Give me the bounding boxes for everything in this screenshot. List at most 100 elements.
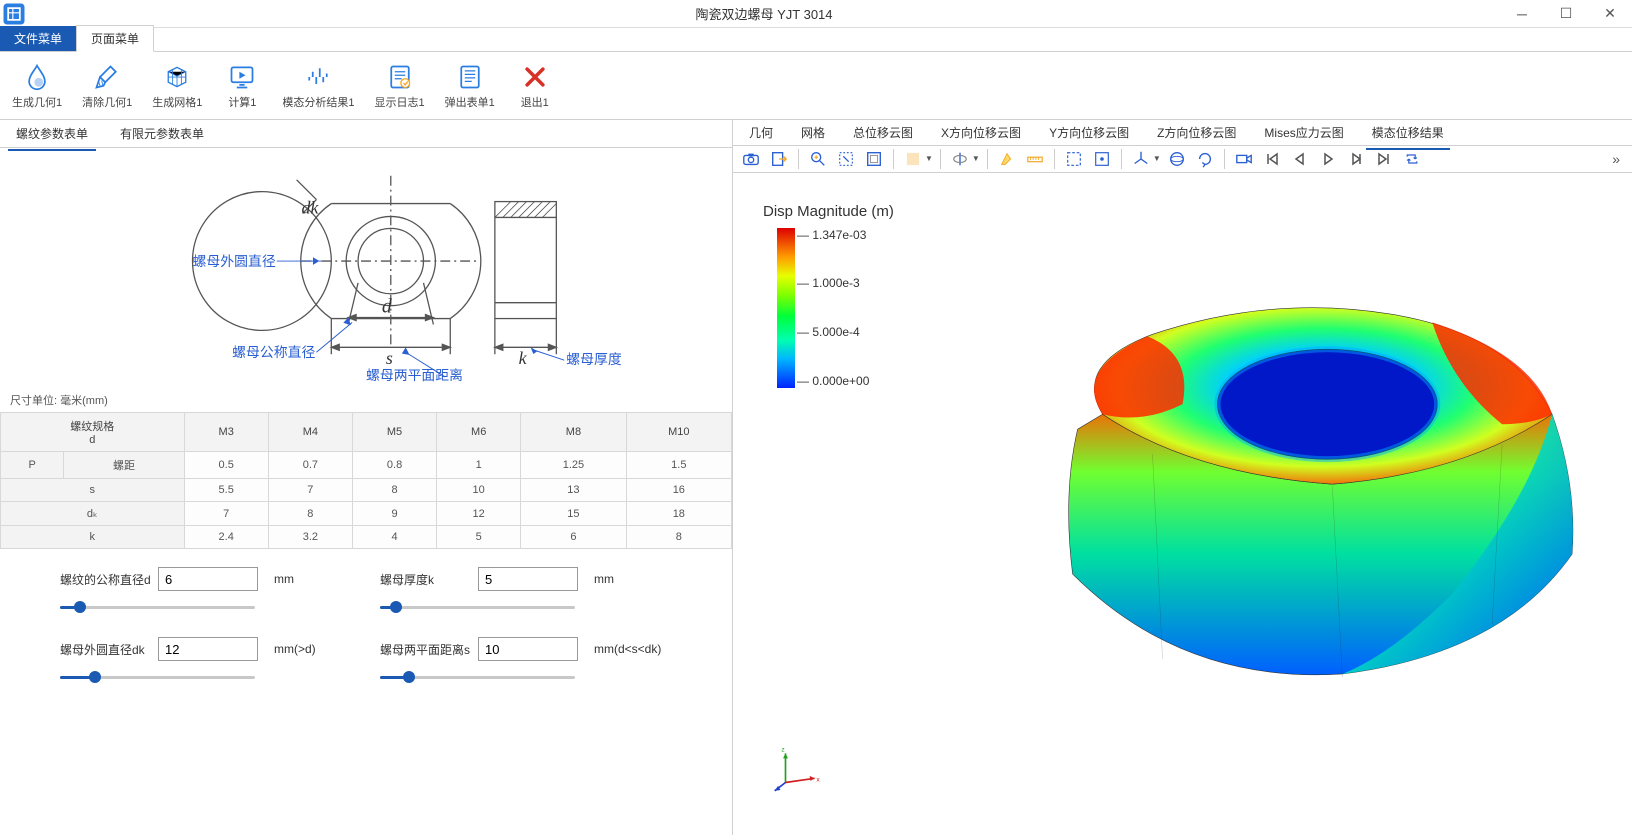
- play-icon[interactable]: [1316, 147, 1340, 171]
- svg-text:螺母公称直径: 螺母公称直径: [232, 344, 315, 360]
- tab-z-disp[interactable]: Z方向位移云图: [1151, 120, 1242, 145]
- tab-mises[interactable]: Mises应力云图: [1258, 120, 1349, 145]
- export-icon[interactable]: [767, 147, 791, 171]
- tab-thread-params[interactable]: 螺纹参数表单: [8, 121, 96, 146]
- ribbon-label: 模态分析结果1: [282, 94, 354, 110]
- ribbon-show-log[interactable]: 显示日志1: [371, 56, 429, 115]
- input-k[interactable]: [478, 567, 578, 591]
- highlight-icon[interactable]: [995, 147, 1019, 171]
- main-split: 螺纹参数表单 有限元参数表单: [0, 120, 1632, 835]
- tab-fem-params[interactable]: 有限元参数表单: [112, 121, 212, 146]
- svg-text:s: s: [386, 348, 393, 368]
- axes-icon[interactable]: [1129, 147, 1153, 171]
- ribbon-popup-form[interactable]: 弹出表单1: [441, 56, 499, 115]
- ribbon-toolbar: 生成几何1 清除几何1 生成网格1 计算1 模态分析结果1 显示日志1 弹出表单…: [0, 52, 1632, 120]
- ribbon-label: 生成几何1: [12, 94, 62, 110]
- label-dk: 螺母外圆直径dk: [60, 641, 152, 658]
- input-group-d: 螺纹的公称直径d mm: [60, 567, 352, 615]
- unit-s: mm(d<s<dk): [594, 642, 661, 656]
- form-icon: [455, 62, 485, 92]
- tab-total-disp[interactable]: 总位移云图: [847, 120, 919, 145]
- ribbon-modal-result[interactable]: 模态分析结果1: [278, 56, 358, 115]
- cube-mesh-icon: [162, 62, 192, 92]
- slider-k[interactable]: [380, 599, 575, 615]
- input-group-dk: 螺母外圆直径dk mm(>d): [60, 637, 352, 685]
- minimize-button[interactable]: ─: [1500, 0, 1544, 28]
- next-frame-icon[interactable]: [1344, 147, 1368, 171]
- ruler-icon[interactable]: [1023, 147, 1047, 171]
- video-icon[interactable]: [1232, 147, 1256, 171]
- label-dk: dk: [302, 197, 320, 217]
- svg-text:螺母外圆直径: 螺母外圆直径: [193, 253, 276, 269]
- ribbon-label: 计算1: [228, 94, 256, 110]
- svg-text:z: z: [781, 747, 784, 754]
- label-k: 螺母厚度k: [380, 571, 472, 588]
- close-x-icon: [520, 62, 550, 92]
- clip-icon[interactable]: [948, 147, 972, 171]
- camera-icon[interactable]: [739, 147, 763, 171]
- prev-frame-icon[interactable]: [1288, 147, 1312, 171]
- view-toolbar: ▼ ▼ ▼: [733, 146, 1632, 173]
- table-row: k 2.43.24568: [1, 526, 732, 549]
- window-title: 陶瓷双边螺母 YJT 3014: [28, 4, 1500, 23]
- ribbon-clear-geom[interactable]: 清除几何1: [78, 56, 136, 115]
- tab-x-disp[interactable]: X方向位移云图: [935, 120, 1027, 145]
- first-frame-icon[interactable]: [1260, 147, 1284, 171]
- fit-window-icon[interactable]: [862, 147, 886, 171]
- slider-s[interactable]: [380, 669, 575, 685]
- schematic-diagram: dk d s k 螺母外圆直径 螺母公称直径 螺母两平面距离 螺母厚度: [0, 148, 732, 388]
- loop-icon[interactable]: [1400, 147, 1424, 171]
- spec-table: 螺纹规格 d M3 M4 M5 M6 M8 M10 P 螺距 0.50.70.8…: [0, 412, 732, 549]
- maximize-button[interactable]: ☐: [1544, 0, 1588, 28]
- ribbon-label: 生成网格1: [152, 94, 202, 110]
- input-d[interactable]: [158, 567, 258, 591]
- coordinate-triad: z x: [773, 745, 823, 795]
- zoom-fit-icon[interactable]: [806, 147, 830, 171]
- svg-text:螺母厚度: 螺母厚度: [566, 351, 622, 367]
- box-select-icon[interactable]: [1062, 147, 1086, 171]
- broom-icon: [92, 62, 122, 92]
- monitor-play-icon: [227, 62, 257, 92]
- ribbon-exit[interactable]: 退出1: [511, 56, 559, 115]
- ribbon-label: 清除几何1: [82, 94, 132, 110]
- right-sub-tabs: 几何 网格 总位移云图 X方向位移云图 Y方向位移云图 Z方向位移云图 Mise…: [733, 120, 1632, 146]
- input-s[interactable]: [478, 637, 578, 661]
- ribbon-gen-geom[interactable]: 生成几何1: [8, 56, 66, 115]
- tab-modal-disp[interactable]: 模态位移结果: [1366, 120, 1450, 145]
- label-d: 螺纹的公称直径d: [60, 571, 152, 588]
- svg-text:螺母两平面距离: 螺母两平面距离: [366, 367, 463, 382]
- table-row: s 5.578101316: [1, 479, 732, 502]
- viewport-3d[interactable]: Disp Magnitude (m) 1.347e-03 1.000e-3 5.…: [733, 173, 1632, 835]
- ribbon-gen-mesh[interactable]: 生成网格1: [148, 56, 206, 115]
- orbit-icon[interactable]: [1165, 147, 1189, 171]
- legend-title: Disp Magnitude (m): [763, 203, 894, 220]
- center-icon[interactable]: [1090, 147, 1114, 171]
- legend-colorbar: [777, 228, 795, 388]
- slider-d[interactable]: [60, 599, 255, 615]
- tab-mesh[interactable]: 网格: [795, 120, 831, 145]
- close-button[interactable]: ✕: [1588, 0, 1632, 28]
- slider-dk[interactable]: [60, 669, 255, 685]
- input-group-s: 螺母两平面距离s mm(d<s<dk): [380, 637, 672, 685]
- tab-file-menu[interactable]: 文件菜单: [0, 26, 76, 51]
- tab-geometry[interactable]: 几何: [743, 120, 779, 145]
- last-frame-icon[interactable]: [1372, 147, 1396, 171]
- select-icon[interactable]: [901, 147, 925, 171]
- rotate-icon[interactable]: [1193, 147, 1217, 171]
- unit-k: mm: [594, 572, 614, 586]
- tab-y-disp[interactable]: Y方向位移云图: [1043, 120, 1135, 145]
- toolbar-overflow[interactable]: »: [1606, 151, 1626, 167]
- svg-text:d: d: [382, 296, 392, 318]
- unit-d: mm: [274, 572, 294, 586]
- tab-page-menu[interactable]: 页面菜单: [76, 25, 154, 52]
- menu-tabs: 文件菜单 页面菜单: [0, 28, 1632, 52]
- left-panel: 螺纹参数表单 有限元参数表单: [0, 120, 733, 835]
- app-icon: [0, 0, 28, 28]
- input-dk[interactable]: [158, 637, 258, 661]
- zoom-box-icon[interactable]: [834, 147, 858, 171]
- ribbon-label: 退出1: [521, 94, 549, 110]
- ribbon-compute[interactable]: 计算1: [218, 56, 266, 115]
- table-caption: 尺寸单位: 毫米(mm): [0, 388, 732, 412]
- waveform-icon: [303, 62, 333, 92]
- droplet-icon: [22, 62, 52, 92]
